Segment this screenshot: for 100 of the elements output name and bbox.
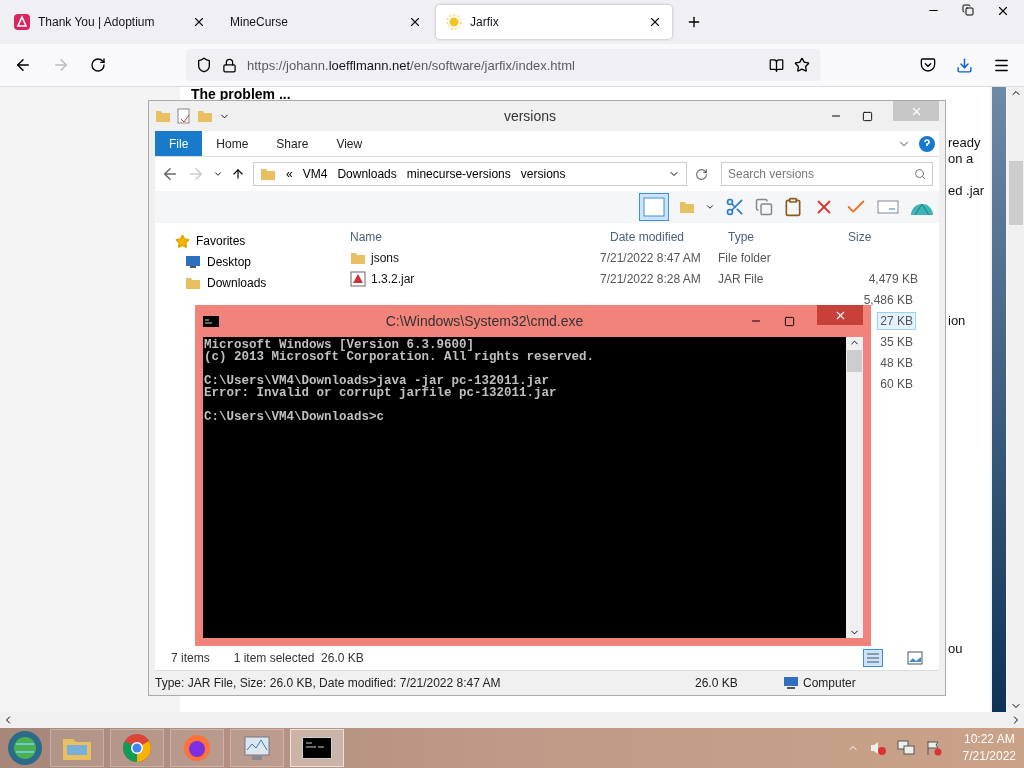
- star-icon: [175, 233, 190, 249]
- column-header[interactable]: Size: [838, 230, 918, 244]
- scrollbar-thumb[interactable]: [1009, 161, 1023, 225]
- ribbon-tab[interactable]: File: [155, 131, 203, 156]
- firefox-icon: [182, 733, 212, 763]
- page-text: ou: [948, 641, 963, 656]
- close-tab-icon[interactable]: [192, 15, 206, 29]
- downloads-folder-icon: [185, 275, 201, 291]
- taskbar-button[interactable]: [290, 729, 344, 767]
- column-header[interactable]: Name: [340, 230, 600, 244]
- details-size: 26.0 KB: [695, 676, 739, 690]
- console-line: Error: Invalid or corrupt jarfile pc-132011.jar: [204, 387, 558, 399]
- desktop-icon: [185, 255, 201, 269]
- ribbon-tab[interactable]: Home: [202, 131, 263, 156]
- breadcrumb-item[interactable]: versions: [520, 167, 566, 181]
- maximize-icon[interactable]: [862, 110, 873, 122]
- recent-caret-icon[interactable]: [213, 169, 223, 179]
- url-text: https://johann.loefflmann.net/en/software/jarfix/index.html: [247, 57, 576, 73]
- folder-icon: [260, 166, 276, 182]
- details-view-icon[interactable]: [863, 649, 883, 667]
- download-icon[interactable]: [956, 56, 973, 74]
- maximize-icon[interactable]: [784, 315, 795, 327]
- thumbnail-view-icon[interactable]: [907, 651, 923, 665]
- column-header[interactable]: Date modified: [600, 230, 718, 244]
- back-icon[interactable]: [14, 56, 32, 74]
- preview-pane-icon[interactable]: [639, 193, 669, 221]
- restore-icon[interactable]: [962, 4, 974, 16]
- console-line: (c) 2013 Microsoft Corporation. All rights reserved.: [204, 351, 596, 363]
- browser-tab[interactable]: MineCurse: [220, 5, 432, 39]
- logo-icon: [14, 14, 30, 30]
- console-line: Microsoft Windows [Version 6.3.9600]: [204, 339, 475, 351]
- column-header[interactable]: Type: [718, 230, 838, 244]
- file-size: 60 KB: [879, 375, 914, 393]
- folder-check-icon: [679, 199, 695, 215]
- window-title: C:\Windows\System32\cmd.exe: [384, 313, 585, 329]
- item-count: 7 items: [171, 651, 210, 665]
- up-icon[interactable]: [231, 167, 245, 181]
- browser-tab[interactable]: Jarfix: [436, 5, 672, 39]
- breadcrumb-item[interactable]: VM4: [302, 167, 328, 181]
- start-button[interactable]: [6, 729, 44, 767]
- terminal-icon: [203, 315, 219, 327]
- new-folder-icon: [197, 108, 213, 124]
- sidebar-item[interactable]: Downloads: [175, 275, 340, 291]
- selection-info: 1 item selected 26.0 KB: [233, 651, 364, 665]
- terminal-icon: [302, 737, 332, 759]
- browser-tab[interactable]: Thank You | Adoptium: [4, 5, 216, 39]
- details-text: Type: JAR File, Size: 26.0 KB, Date modified: 7/21/2022 8:47 AM: [155, 676, 502, 690]
- chrome-icon: [122, 733, 152, 763]
- section-heading[interactable]: The problem ...: [191, 86, 291, 102]
- tab-title: Thank You | Adoptium: [38, 15, 156, 29]
- flag-icon[interactable]: [924, 740, 943, 756]
- tab-title: MineCurse: [230, 15, 290, 29]
- shield-icon: [196, 57, 212, 73]
- file-size: 5,486 KB: [862, 291, 914, 309]
- file-row[interactable]: jsons 7/21/2022 8:47 AM File folder: [340, 247, 939, 268]
- refresh-icon[interactable]: [695, 167, 708, 181]
- ribbon-tab[interactable]: View: [322, 131, 377, 156]
- paste-icon[interactable]: [783, 197, 803, 217]
- network-icon[interactable]: [896, 740, 915, 756]
- breadcrumb-item[interactable]: «: [286, 167, 293, 181]
- reader-view-icon[interactable]: [769, 57, 784, 73]
- cut-icon[interactable]: [725, 197, 745, 217]
- window-title: versions: [502, 108, 558, 124]
- scrollbar-thumb[interactable]: [847, 350, 862, 372]
- properties-icon[interactable]: [177, 108, 191, 124]
- breadcrumb-item[interactable]: Downloads: [337, 167, 397, 181]
- search-icon: [914, 168, 926, 180]
- close-tab-icon[interactable]: [408, 15, 422, 29]
- location-text: Computer: [803, 676, 856, 690]
- close-tab-icon[interactable]: [648, 15, 662, 29]
- file-size: 48 KB: [879, 354, 914, 372]
- monitor-icon: [242, 734, 272, 762]
- url-field[interactable]: https://johann.loefflmann.net/en/software/jarfix/index.html: [186, 49, 820, 81]
- console-line: C:\Users\VM4\Downloads>c: [204, 411, 386, 423]
- help-icon[interactable]: [919, 135, 935, 152]
- address-bar[interactable]: « VM4 Downloads minecurse-versions versions: [253, 162, 687, 186]
- muted-speaker-icon[interactable]: [868, 740, 887, 756]
- pocket-icon[interactable]: [920, 57, 936, 73]
- breadcrumb-item[interactable]: minecurse-versions: [406, 167, 511, 181]
- sidebar-item[interactable]: Favorites: [175, 233, 340, 249]
- page-text: ready: [948, 135, 981, 150]
- bookmark-icon[interactable]: [794, 57, 810, 73]
- file-row[interactable]: 1.3.2.jar 7/21/2022 8:28 AM JAR File 4,479 KB: [340, 268, 939, 289]
- file-size: 35 KB: [879, 333, 914, 351]
- search-field[interactable]: Search versions: [721, 162, 933, 186]
- sun-icon: [446, 14, 462, 30]
- close-icon[interactable]: [996, 4, 1010, 18]
- console-line: C:\Users\VM4\Downloads>java -jar pc-132011.jar: [204, 375, 550, 387]
- lock-icon: [222, 57, 237, 73]
- new-tab-icon[interactable]: [686, 14, 702, 30]
- page-text: ion: [948, 313, 966, 328]
- copy-icon[interactable]: [755, 198, 773, 216]
- reload-icon[interactable]: [90, 57, 106, 73]
- file-size: 27 KB: [877, 311, 916, 330]
- caret-icon[interactable]: [705, 202, 715, 212]
- sidebar-item[interactable]: Desktop: [175, 254, 340, 270]
- ribbon-tab[interactable]: Share: [262, 131, 323, 156]
- page-text: ed .jar: [948, 183, 985, 198]
- jar-file-icon: [350, 270, 366, 287]
- page-text: on a: [948, 151, 974, 166]
